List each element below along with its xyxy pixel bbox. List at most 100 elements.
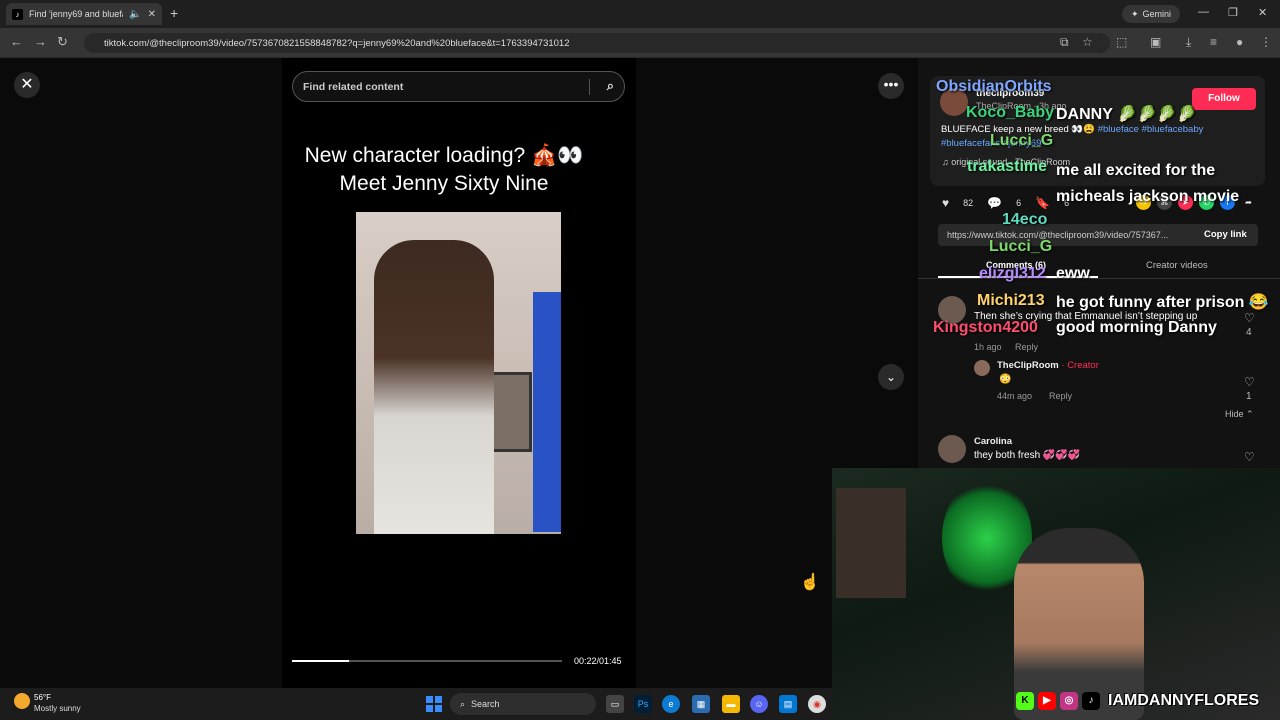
weather-sun-icon[interactable]	[14, 693, 30, 709]
tabs-divider	[918, 278, 1280, 279]
taskbar-search-icon: ⌕	[460, 698, 466, 709]
minimize-icon[interactable]: —	[1198, 6, 1209, 18]
tab-creator-videos[interactable]: Creator videos	[1146, 260, 1208, 271]
copy-link-button[interactable]: Copy link	[1204, 229, 1247, 240]
comment-bubble-icon[interactable]: 💬	[987, 196, 1002, 210]
reply-like-icon[interactable]: ♡	[1244, 375, 1255, 389]
search-divider	[589, 79, 590, 95]
chat-username: Koco_Baby	[966, 104, 1055, 121]
tab-audio-icon[interactable]: 🔈	[129, 9, 141, 20]
social-icons: K ▶ ◎ ♪	[1016, 692, 1100, 710]
more-options-button[interactable]: •••	[878, 73, 904, 99]
sparkle-icon: ✦	[1130, 8, 1139, 19]
address-bar[interactable]: tiktok.com/@thecliproom39/video/75736708…	[84, 33, 1110, 53]
post-stats: ♥ 82 💬 6 🔖 6	[942, 196, 1069, 210]
comment-reply-button[interactable]: Reply	[1015, 342, 1038, 352]
link-text: https://www.tiktok.com/@thecliproom39/vi…	[947, 230, 1169, 240]
gemini-label: Gemini	[1142, 9, 1172, 19]
restore-icon[interactable]: ❐	[1228, 6, 1238, 19]
caption-line-2: Meet Jenny Sixty Nine	[339, 172, 549, 195]
reply-author-name: TheClipRoom	[997, 360, 1059, 371]
tab-close-icon[interactable]: ✕	[148, 9, 156, 20]
follow-button[interactable]: Follow	[1192, 88, 1256, 110]
file-explorer-icon[interactable]: ▬	[722, 695, 740, 713]
related-search-input[interactable]: Find related content ⌕	[292, 71, 625, 102]
edge-icon[interactable]: e	[662, 695, 680, 713]
taskbar-search[interactable]: ⌕ Search	[450, 693, 596, 715]
chrome-icon[interactable]: ◉	[808, 695, 826, 713]
comment-like-icon[interactable]: ♡	[1244, 311, 1255, 325]
video-progress-fill	[292, 660, 349, 662]
discord-icon[interactable]: ☺	[750, 695, 768, 713]
webcam-shelf	[836, 488, 906, 598]
reply-reply-button[interactable]: Reply	[1049, 391, 1072, 401]
extensions-icon[interactable]: ⬚	[1116, 35, 1127, 49]
close-video-button[interactable]: ✕	[14, 72, 40, 98]
weather-condition[interactable]: Mostly sunny	[34, 704, 81, 713]
comment-avatar[interactable]	[938, 435, 966, 463]
task-view-icon[interactable]: ▭	[606, 695, 624, 713]
kick-icon: K	[1016, 692, 1034, 710]
tab-title: Find 'jenny69 and blueface	[29, 9, 123, 19]
photoshop-icon[interactable]: Ps	[634, 695, 652, 713]
hide-replies-button[interactable]: Hide ⌃	[1225, 409, 1254, 420]
browser-tab-strip	[0, 0, 1280, 28]
chat-message: good morning Danny	[1056, 319, 1217, 336]
chat-username: 14eco	[1002, 211, 1048, 228]
comment-text: they both fresh 💞💞💞	[974, 450, 1081, 461]
app-window-icon[interactable]: ▤	[779, 695, 797, 713]
tiktok-favicon-icon: ♪	[12, 8, 23, 20]
install-app-icon[interactable]: ⧉	[1060, 35, 1069, 50]
like-heart-icon[interactable]: ♥	[942, 196, 949, 210]
chat-message: he got funny after prison 😂	[1056, 294, 1269, 311]
browser-menu-icon[interactable]: ⋮	[1260, 35, 1272, 49]
media-controls-icon[interactable]: ≡	[1210, 35, 1217, 49]
comment-like-count: 4	[1246, 327, 1252, 338]
browser-tab[interactable]: ♪ Find 'jenny69 and blueface 🔈 ✕	[6, 3, 162, 25]
window-close-icon[interactable]: ✕	[1258, 6, 1267, 19]
forward-icon[interactable]: →	[34, 34, 47, 49]
like-count: 82	[963, 198, 974, 208]
comment-count: 6	[1016, 198, 1022, 208]
mouse-cursor-icon: ☝	[800, 574, 820, 591]
comment-time: 1h ago	[974, 342, 1002, 352]
reply-text: 😳	[999, 374, 1012, 385]
chat-username: Kingston4200	[933, 319, 1038, 336]
chat-message: me all excited for the micheals jackson …	[1056, 162, 1240, 205]
creator-badge: · Creator	[1061, 360, 1099, 371]
reply-avatar[interactable]	[974, 360, 990, 376]
chat-username: Michi213	[977, 292, 1045, 309]
video-blue-figure	[533, 292, 561, 532]
chat-username: ObsidianOrbits	[936, 78, 1052, 95]
taskbar-search-label: Search	[471, 699, 500, 709]
post-description: BLUEFACE keep a new breed 👀😩 #blueface #…	[941, 123, 1251, 151]
reload-icon[interactable]: ↻	[57, 34, 68, 50]
comment-author[interactable]: Carolina	[974, 436, 1012, 447]
windows-start-icon[interactable]	[426, 696, 442, 712]
chat-username: trakastime	[967, 158, 1048, 175]
instagram-icon: ◎	[1060, 692, 1078, 710]
reply-time: 44m ago	[997, 391, 1033, 401]
tiktok-icon: ♪	[1082, 692, 1100, 710]
search-icon[interactable]: ⌕	[607, 78, 614, 94]
music-note-icon: ♫	[942, 157, 949, 167]
chat-message: eww	[1056, 265, 1090, 282]
bookmark-star-icon[interactable]: ☆	[1082, 35, 1093, 49]
reply-author[interactable]: TheClipRoom · Creator	[997, 360, 1099, 371]
url-text: tiktok.com/@thecliproom39/video/75736708…	[104, 37, 570, 49]
new-tab-icon[interactable]: +	[170, 5, 178, 21]
chat-username: Lucci_G	[990, 132, 1054, 149]
comment-like-icon[interactable]: ♡	[1244, 450, 1255, 464]
hashtag[interactable]: #bluefacebaby	[1142, 124, 1204, 135]
chat-message: DANNY 🥬🥬🥬🥬	[1056, 106, 1197, 123]
bookmark-icon[interactable]: 🔖	[1035, 196, 1050, 210]
gemini-button[interactable]: ✦ Gemini	[1122, 5, 1180, 23]
weather-temp[interactable]: 56°F	[34, 693, 51, 702]
profile-avatar[interactable]: ●	[1236, 35, 1243, 49]
next-video-button[interactable]: ⌄	[878, 364, 904, 390]
hashtag[interactable]: #blueface	[1098, 124, 1139, 135]
download-icon[interactable]: ⤓	[1186, 35, 1191, 50]
split-view-icon[interactable]: ▣	[1150, 35, 1161, 49]
back-icon[interactable]: ←	[10, 34, 23, 49]
store-icon[interactable]: ▦	[692, 695, 710, 713]
